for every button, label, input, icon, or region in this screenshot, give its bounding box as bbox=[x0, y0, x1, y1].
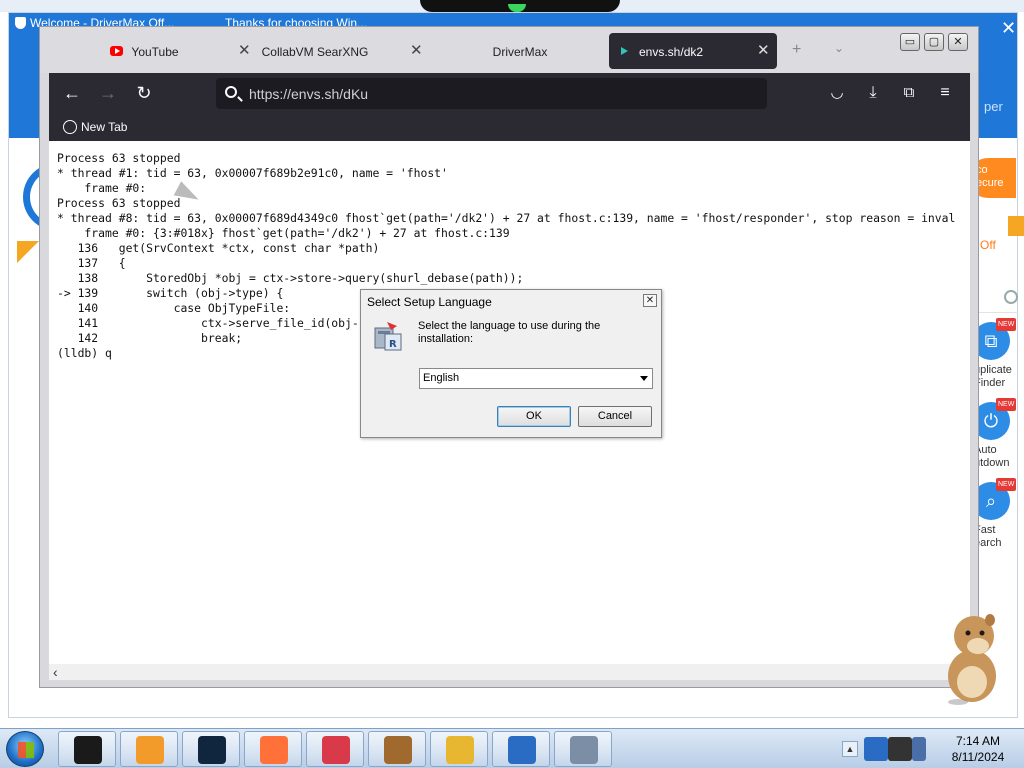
svg-text:R: R bbox=[389, 339, 397, 350]
tab-close-icon[interactable]: ✕ bbox=[757, 43, 770, 58]
envs-icon bbox=[621, 47, 628, 55]
wise-care-icon bbox=[508, 736, 536, 764]
tab-envs-dk2[interactable]: envs.sh/dk2 ✕ bbox=[609, 33, 777, 69]
taskbar: ▲ 7:14 AM 8/11/2024 bbox=[0, 728, 1024, 768]
globe-icon bbox=[198, 736, 226, 764]
taskbar-item-box-hamster[interactable] bbox=[368, 731, 426, 767]
taskbar-item-media-player[interactable] bbox=[120, 731, 178, 767]
wise-care-close-icon[interactable]: ✕ bbox=[1001, 19, 1016, 37]
globe-icon bbox=[63, 120, 77, 134]
reload-icon[interactable]: ↻ bbox=[132, 81, 156, 105]
promo-ribbon bbox=[1008, 216, 1024, 236]
network-tray-icon[interactable] bbox=[912, 737, 926, 761]
colorful-app-icon bbox=[446, 736, 474, 764]
terminal-line: Process 63 stopped bbox=[57, 151, 181, 165]
ok-button[interactable]: OK bbox=[497, 406, 571, 427]
close-window-button[interactable]: ✕ bbox=[948, 33, 968, 51]
dialog-message: Select the language to use during the in… bbox=[418, 320, 601, 345]
firefox-icon bbox=[260, 736, 288, 764]
setup-installer-icon bbox=[570, 736, 598, 764]
list-tabs-chevron-icon[interactable]: ⌄ bbox=[834, 41, 844, 55]
terminal-icon bbox=[74, 736, 102, 764]
language-select-value: English bbox=[423, 372, 460, 384]
maximize-button[interactable]: ▢ bbox=[924, 33, 944, 51]
dialog-close-button[interactable]: ✕ bbox=[643, 294, 657, 307]
language-select[interactable]: English bbox=[419, 368, 653, 389]
header-side-text: per bbox=[984, 99, 1003, 114]
extensions-icon[interactable]: ⧉ bbox=[897, 81, 921, 105]
clock[interactable]: 7:14 AM 8/11/2024 bbox=[938, 733, 1018, 765]
tab-strip: YouTube ✕ CollabVM SearXNG ✕ DriverMax e… bbox=[40, 27, 978, 73]
shield-icon bbox=[15, 17, 26, 29]
taskbar-item-colorful-app[interactable] bbox=[430, 731, 488, 767]
clock-time: 7:14 AM bbox=[955, 734, 1001, 748]
terminal-line: 138 StoredObj *obj = ctx->store->query(s… bbox=[57, 271, 524, 285]
gear-icon[interactable] bbox=[1004, 290, 1018, 304]
taskbar-item-app-s[interactable] bbox=[306, 731, 364, 767]
dialog-title: Select Setup Language bbox=[367, 295, 492, 309]
media-player-icon bbox=[136, 736, 164, 764]
top-decoration bbox=[420, 0, 620, 12]
terminal-line: * thread #8: tid = 63, 0x00007f689d4349c… bbox=[57, 211, 956, 225]
wise-care-tray-icon[interactable] bbox=[864, 737, 888, 761]
tab-close-icon[interactable]: ✕ bbox=[238, 43, 251, 58]
start-button[interactable] bbox=[6, 731, 44, 767]
taskbar-item-firefox[interactable] bbox=[244, 731, 302, 767]
tab-close-icon[interactable]: ✕ bbox=[410, 43, 423, 58]
cancel-button[interactable]: Cancel bbox=[578, 406, 652, 427]
dropdown-arrow-icon bbox=[640, 376, 648, 381]
tab-collabvm-searxng[interactable]: CollabVM SearXNG ✕ bbox=[260, 33, 430, 69]
taskbar-item-globe[interactable] bbox=[182, 731, 240, 767]
box-hamster-icon bbox=[384, 736, 412, 764]
minimize-button[interactable]: ▭ bbox=[900, 33, 920, 51]
installer-icon: R bbox=[374, 322, 402, 351]
taskbar-item-wise-care[interactable] bbox=[492, 731, 550, 767]
hamster-image bbox=[948, 614, 996, 705]
show-hidden-icons-button[interactable]: ▲ bbox=[842, 741, 858, 757]
bookmark-new-tab[interactable]: New Tab bbox=[81, 120, 127, 134]
new-badge: NEW bbox=[996, 318, 1017, 331]
terminal-line: 136 get(SrvContext *ctx, const char *pat… bbox=[57, 241, 380, 255]
url-text[interactable]: https://envs.sh/dKu bbox=[249, 86, 368, 102]
forward-arrow-icon[interactable]: → bbox=[96, 81, 120, 105]
menu-icon[interactable]: ≡ bbox=[933, 81, 957, 105]
off-label: Off bbox=[980, 238, 996, 252]
new-badge: NEW bbox=[996, 398, 1017, 411]
tab-youtube[interactable]: YouTube ✕ bbox=[50, 33, 260, 69]
terminal-line: frame #0: {3:#018x} fhost`get(path='/dk2… bbox=[57, 226, 510, 240]
back-arrow-icon[interactable]: ← bbox=[60, 81, 84, 105]
clock-date: 8/11/2024 bbox=[951, 750, 1005, 764]
monitor-tray-icon[interactable] bbox=[888, 737, 912, 761]
terminal-line: 137 { bbox=[57, 256, 126, 270]
taskbar-item-terminal[interactable] bbox=[58, 731, 116, 767]
new-tab-button[interactable]: + bbox=[792, 41, 801, 59]
pocket-icon[interactable]: ◡ bbox=[825, 81, 849, 105]
setup-language-dialog: Select Setup Language ✕ R Select the lan… bbox=[360, 289, 662, 438]
address-bar[interactable]: https://envs.sh/dKu bbox=[216, 78, 767, 109]
navigation-toolbar: ← → ↻ https://envs.sh/dKu ◡ ⤓ ⧉ ≡ bbox=[49, 73, 970, 113]
tab-drivermax[interactable]: DriverMax bbox=[430, 33, 610, 69]
bookmarks-toolbar: New Tab bbox=[49, 113, 970, 141]
taskbar-item-setup-installer[interactable] bbox=[554, 731, 612, 767]
scroll-left-icon[interactable]: ‹ bbox=[53, 664, 58, 680]
terminal-line: * thread #1: tid = 63, 0x00007f689b2e91c… bbox=[57, 166, 448, 180]
download-icon[interactable]: ⤓ bbox=[861, 81, 885, 105]
horizontal-scrollbar[interactable]: ‹ bbox=[49, 664, 970, 680]
search-icon bbox=[225, 86, 237, 98]
new-badge: NEW bbox=[996, 478, 1017, 491]
promo-corner bbox=[17, 241, 39, 263]
app-s-icon bbox=[322, 736, 350, 764]
